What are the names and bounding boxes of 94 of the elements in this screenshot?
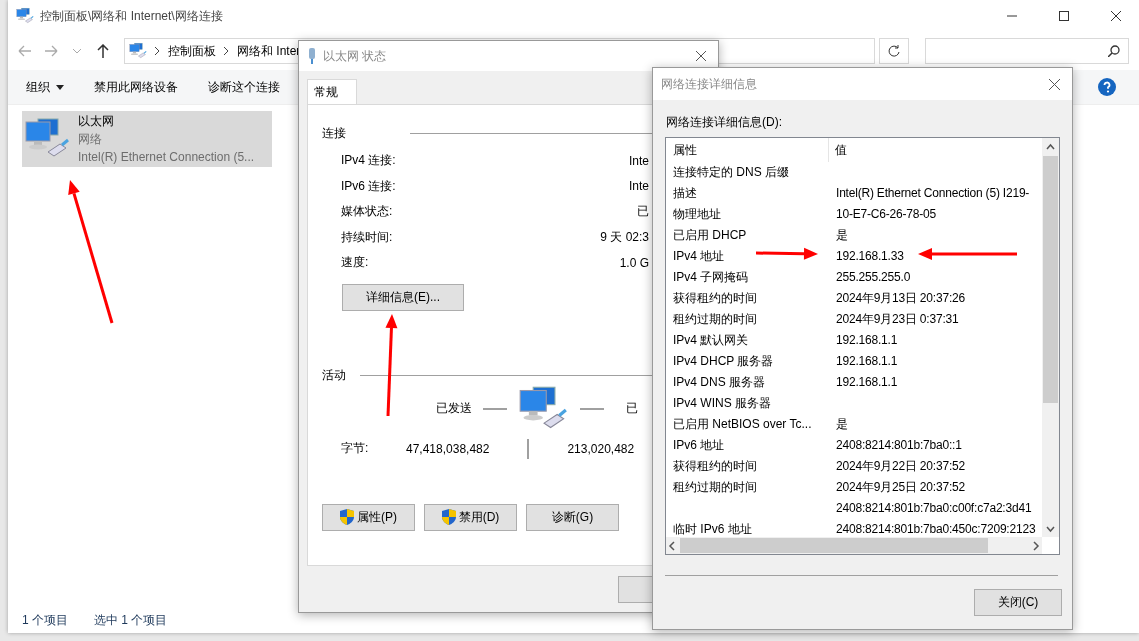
refresh-icon[interactable]	[879, 38, 909, 64]
network-connection-item[interactable]: 以太网 网络 Intel(R) Ethernet Connection (5...	[22, 111, 272, 167]
search-field[interactable]	[925, 38, 1129, 64]
field-value: 9 天 02:3	[600, 228, 649, 246]
property-cell-text: 获得租约的时间	[673, 290, 757, 307]
property-cell-text: IPv4 子网掩码	[673, 269, 749, 286]
value-cell-text: 192.168.1.1	[835, 332, 898, 349]
value-cell-text: 2408:8214:801b:7ba0::1	[835, 437, 962, 454]
breadcrumb-item[interactable]: 控制面板	[168, 42, 216, 60]
scroll-right-icon[interactable]	[1032, 540, 1040, 551]
value-cell-text: 2408:8214:801b:7ba0:450c:7209:2123	[835, 521, 1036, 537]
property-cell-text: IPv4 地址	[673, 248, 725, 265]
close-icon[interactable]	[1111, 11, 1121, 21]
property-cell-text: 描述	[673, 185, 697, 202]
toolbar-button[interactable]: 组织	[26, 78, 64, 96]
breadcrumb-item[interactable]: 网络和 Inter	[237, 42, 301, 60]
field-label: IPv6 连接:	[341, 177, 397, 195]
dialog-button[interactable]: 诊断(G)	[526, 503, 619, 531]
field-value: 1.0 G	[619, 255, 649, 270]
property-cell-text: IPv6 地址	[673, 437, 725, 454]
value-cell-text: Intel(R) Ethernet Connection (5) I219-	[835, 185, 1030, 202]
section-heading: 连接	[322, 125, 346, 142]
scroll-left-icon[interactable]	[668, 540, 676, 551]
control-panel-icon	[16, 7, 34, 25]
shield-icon	[340, 509, 354, 525]
field-value: 已	[637, 203, 649, 221]
property-cell-text: 获得租约的时间	[673, 458, 757, 475]
received-label: 已	[626, 400, 638, 417]
property-cell-text: 物理地址	[673, 206, 721, 223]
plug-icon	[307, 48, 317, 64]
property-cell-text: 连接特定的 DNS 后缀	[673, 164, 789, 181]
caret-icon	[56, 84, 64, 90]
property-cell-text: IPv4 DHCP 服务器	[673, 353, 774, 370]
property-cell-text: 已启用 NetBIOS over Tc...	[673, 416, 812, 433]
dialog-button[interactable]: 属性(P)	[322, 503, 415, 531]
field-label: IPv4 连接:	[341, 152, 397, 170]
annotation-arrow	[755, 247, 818, 260]
value-cell-text: 192.168.1.33	[835, 248, 904, 265]
field-value: Inte	[629, 179, 649, 194]
chevron-right-icon	[224, 47, 229, 55]
field-label: 媒体状态:	[341, 203, 394, 221]
list-label: 网络连接详细信息(D):	[666, 114, 783, 131]
close-icon[interactable]	[1049, 78, 1060, 90]
value-cell-text: 2024年9月13日 20:37:26	[835, 290, 965, 307]
help-icon[interactable]	[1098, 78, 1116, 96]
bytes-label: 字节:	[341, 440, 370, 457]
connection-name: 以太网	[78, 113, 115, 130]
property-cell-text: 临时 IPv6 地址	[673, 521, 752, 537]
dialog-title: 网络连接详细信息	[661, 75, 758, 93]
horizontal-scrollbar[interactable]	[666, 537, 1042, 554]
status-text: 1 个项目	[22, 611, 68, 629]
details-button[interactable]: 详细信息(E)...	[342, 283, 464, 311]
bytes-sent: 47,418,038,482	[406, 441, 490, 456]
chevron-right-icon	[155, 47, 160, 55]
value-cell-text: 2024年9月22日 20:37:52	[835, 458, 965, 475]
property-cell-text: 已启用 DHCP	[673, 227, 747, 244]
maximize-icon[interactable]	[1059, 11, 1069, 21]
connection-type: 网络	[78, 131, 103, 148]
dialog-button[interactable]: 禁用(D)	[424, 503, 517, 531]
property-cell-text: IPv4 DNS 服务器	[673, 374, 765, 391]
close-icon[interactable]	[696, 51, 706, 61]
column-header[interactable]: 属性	[673, 138, 829, 162]
field-value: Inte	[629, 153, 649, 168]
column-header[interactable]: 值	[829, 138, 1042, 162]
value-cell-text: 2024年9月23日 0:37:31	[835, 311, 959, 328]
toolbar-button[interactable]: 禁用此网络设备	[94, 78, 178, 96]
value-cell-text: 是	[835, 416, 848, 433]
value-cell-text: 是	[835, 227, 848, 244]
property-cell-text: IPv4 默认网关	[673, 332, 749, 349]
sent-label: 已发送	[436, 400, 472, 417]
control-panel-icon	[129, 42, 147, 60]
dialog-title: 以太网 状态	[323, 47, 388, 65]
shield-icon	[441, 509, 456, 525]
value-cell-text: 10-E7-C6-26-78-05	[835, 206, 936, 223]
property-cell-text: IPv4 WINS 服务器	[673, 395, 771, 412]
value-cell-text: 192.168.1.1	[835, 374, 898, 391]
status-text: 选中 1 个项目	[94, 611, 168, 629]
close-button[interactable]: 关闭(C)	[974, 589, 1062, 616]
section-heading: 活动	[322, 366, 346, 384]
vertical-scrollbar[interactable]	[1042, 138, 1059, 537]
field-label: 持续时间:	[341, 228, 394, 246]
property-cell-text: 租约过期的时间	[673, 479, 757, 496]
search-icon	[1108, 45, 1120, 57]
tab[interactable]: 常规	[307, 79, 357, 104]
value-cell-text: 192.168.1.1	[835, 353, 898, 370]
value-cell-text: 2408:8214:801b:7ba0:c00f:c7a2:3d41	[835, 500, 1032, 517]
value-cell-text: 255.255.255.0	[835, 269, 911, 286]
connection-device: Intel(R) Ethernet Connection (5...	[78, 149, 255, 166]
toolbar-button[interactable]: 诊断这个连接	[208, 78, 280, 96]
value-cell-text: 2024年9月25日 20:37:52	[835, 479, 965, 496]
window-title: 控制面板\网络和 Internet\网络连接	[40, 7, 224, 25]
property-cell-text: 租约过期的时间	[673, 311, 757, 328]
bytes-received: 213,020,482	[567, 441, 635, 456]
field-label: 速度:	[341, 254, 370, 272]
